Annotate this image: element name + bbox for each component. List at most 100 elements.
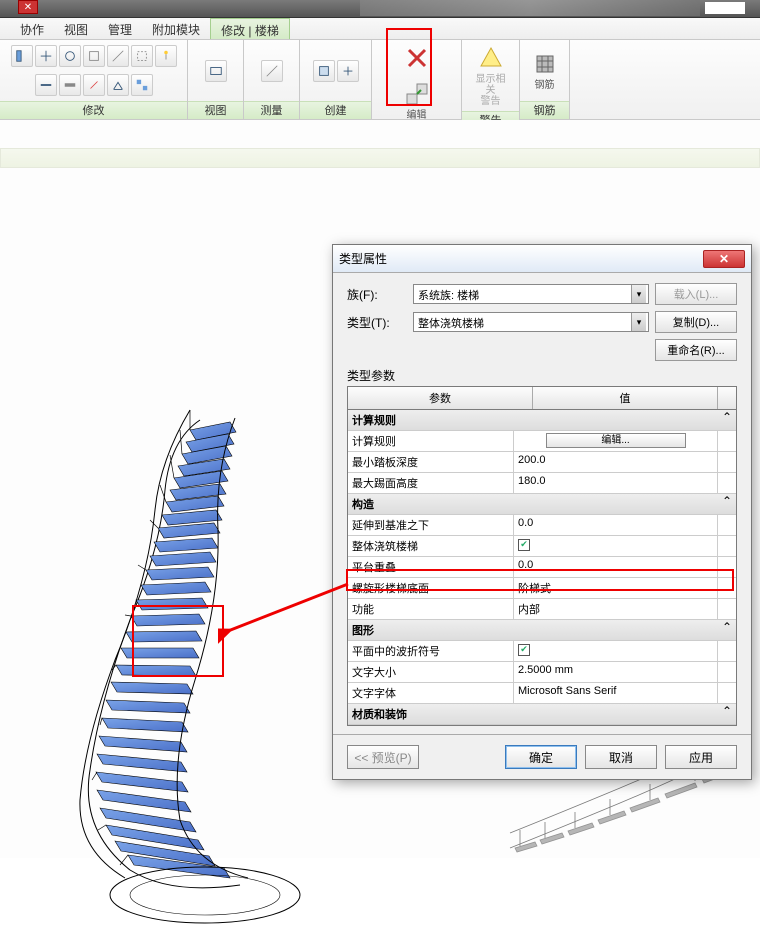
grid-header: 参数 值: [348, 387, 736, 410]
grid-row[interactable]: 最大踢面高度 180.0: [348, 473, 736, 494]
cell-param: 最大踢面高度: [348, 473, 514, 493]
load-button: 载入(L)...: [655, 283, 737, 305]
cell-value: Microsoft Sans Serif: [518, 685, 616, 697]
title-blur: [360, 0, 700, 16]
grid-row[interactable]: 文字字体 Microsoft Sans Serif: [348, 683, 736, 704]
dialog-title: 类型属性: [339, 250, 387, 267]
params-label: 类型参数: [347, 367, 737, 384]
panel-label: 钢筋: [520, 101, 569, 119]
ribbon-panel-view: 视图: [188, 40, 244, 119]
ok-button[interactable]: 确定: [505, 745, 577, 769]
tab-modify-stair[interactable]: 修改 | 楼梯: [210, 18, 290, 39]
grid-section[interactable]: 构造⌃: [348, 494, 736, 515]
tool-icon[interactable]: [59, 74, 81, 96]
grid-section[interactable]: 图形⌃: [348, 620, 736, 641]
tool-icon[interactable]: [131, 74, 153, 96]
cell-value: 180.0: [518, 475, 546, 487]
tab-view[interactable]: 视图: [54, 18, 98, 39]
tool-icon[interactable]: [313, 60, 335, 82]
ribbon-panel-warn: 显示相关 警告 警告: [462, 40, 520, 119]
cell-value: 内部: [518, 604, 540, 616]
cell-value: 2.5000 mm: [518, 664, 573, 676]
type-label: 类型(T):: [347, 314, 407, 331]
panel-label: 视图: [188, 101, 243, 119]
cancel-edit-button[interactable]: [397, 42, 437, 74]
tool-icon[interactable]: [205, 60, 227, 82]
show-warnings-button[interactable]: 显示相关 警告: [471, 42, 511, 109]
grid-row[interactable]: 文字大小 2.5000 mm: [348, 662, 736, 683]
cell-param: 计算规则: [348, 431, 514, 451]
grid-row[interactable]: 整体浇筑楼梯 ✔: [348, 536, 736, 557]
cell-value: 0.0: [518, 559, 533, 571]
preview-button[interactable]: << 预览(P): [347, 745, 419, 769]
dialog-titlebar[interactable]: 类型属性 ✕: [333, 245, 751, 273]
panel-label: 修改: [0, 101, 187, 119]
tab-collab[interactable]: 协作: [10, 18, 54, 39]
stair-3d-view: [20, 400, 340, 940]
ribbon-panel-create: 创建: [300, 40, 372, 119]
grid-row[interactable]: 最小踏板深度 200.0: [348, 452, 736, 473]
family-combo[interactable]: 系统族: 楼梯: [413, 284, 649, 304]
cell-param: 整体浇筑楼梯: [348, 536, 514, 556]
params-grid: 参数 值 计算规则⌃计算规则 编辑... 最小踏板深度 200.0 最大踢面高度 180.…: [347, 386, 737, 726]
checkbox-icon[interactable]: ✔: [518, 644, 530, 656]
ribbon-panel-mode: 编辑 草图 模式: [372, 40, 462, 119]
tab-addins[interactable]: 附加模块: [142, 18, 210, 39]
tool-icon[interactable]: [35, 74, 57, 96]
tool-icon[interactable]: [11, 45, 33, 67]
grid-row[interactable]: 螺旋形楼梯底面阶梯式: [348, 578, 736, 599]
rename-button[interactable]: 重命名(R)...: [655, 339, 737, 361]
tool-icon[interactable]: [107, 45, 129, 67]
cell-param: 平台重叠: [348, 557, 514, 577]
grid-row[interactable]: 平面中的波折符号 ✔: [348, 641, 736, 662]
panel-label: 测量: [244, 101, 299, 119]
cancel-button[interactable]: 取消: [585, 745, 657, 769]
ribbon-panel-measure: 测量: [244, 40, 300, 119]
edit-button[interactable]: 编辑...: [546, 433, 686, 448]
close-button[interactable]: ✕: [703, 250, 745, 268]
cell-value: 200.0: [518, 454, 546, 466]
type-properties-dialog: 类型属性 ✕ 族(F): 系统族: 楼梯 载入(L)... 类型(T): 整体浇…: [332, 244, 752, 780]
cell-param: 功能: [348, 599, 514, 619]
tab-manage[interactable]: 管理: [98, 18, 142, 39]
rebar-button[interactable]: 钢筋: [526, 48, 563, 93]
tool-icon[interactable]: [337, 60, 359, 82]
cell-param: 延伸到基准之下: [348, 515, 514, 535]
grid-row[interactable]: 平台重叠 0.0: [348, 557, 736, 578]
tool-icon[interactable]: [107, 74, 129, 96]
cell-value: 阶梯式: [518, 583, 551, 595]
ribbon-panel-modify: 修改: [0, 40, 188, 119]
tool-icon[interactable]: [35, 45, 57, 67]
cell-param: 最小踏板深度: [348, 452, 514, 472]
copy-button[interactable]: 复制(D)...: [655, 311, 737, 333]
grid-section[interactable]: 材质和装饰⌃: [348, 704, 736, 725]
dialog-footer: << 预览(P) 确定 取消 应用: [333, 734, 751, 779]
col-value: 值: [533, 387, 718, 409]
grid-row[interactable]: 计算规则 编辑...: [348, 431, 736, 452]
tool-icon[interactable]: [59, 45, 81, 67]
grid-section[interactable]: 计算规则⌃: [348, 410, 736, 431]
tool-icon[interactable]: [131, 45, 153, 67]
tool-icon[interactable]: [83, 45, 105, 67]
checkbox-icon[interactable]: ✔: [518, 539, 530, 551]
cell-param: 文字大小: [348, 662, 514, 682]
cell-param: 螺旋形楼梯底面: [348, 578, 514, 598]
cell-param: 文字字体: [348, 683, 514, 703]
tool-icon[interactable]: [83, 74, 105, 96]
grid-row[interactable]: 功能内部: [348, 599, 736, 620]
cell-param: 平面中的波折符号: [348, 641, 514, 661]
ribbon: 修改 视图 测量 创建 编辑 草图 模式 显示相关 警告 警告 钢筋 钢筋: [0, 40, 760, 120]
menu-tabs: 协作 视图 管理 附加模块 修改 | 楼梯: [0, 18, 760, 40]
apply-button[interactable]: 应用: [665, 745, 737, 769]
ribbon-panel-rebar: 钢筋 钢筋: [520, 40, 570, 119]
tool-icon[interactable]: [261, 60, 283, 82]
options-bar: [0, 148, 760, 168]
col-param: 参数: [348, 387, 533, 409]
grid-row[interactable]: 延伸到基准之下 0.0: [348, 515, 736, 536]
cell-value: 0.0: [518, 517, 533, 529]
window-titlebar: ✕: [0, 0, 760, 18]
tool-icon[interactable]: [155, 45, 177, 67]
col-spacer: [718, 387, 736, 409]
type-combo[interactable]: 整体浇筑楼梯: [413, 312, 649, 332]
family-label: 族(F):: [347, 286, 407, 303]
